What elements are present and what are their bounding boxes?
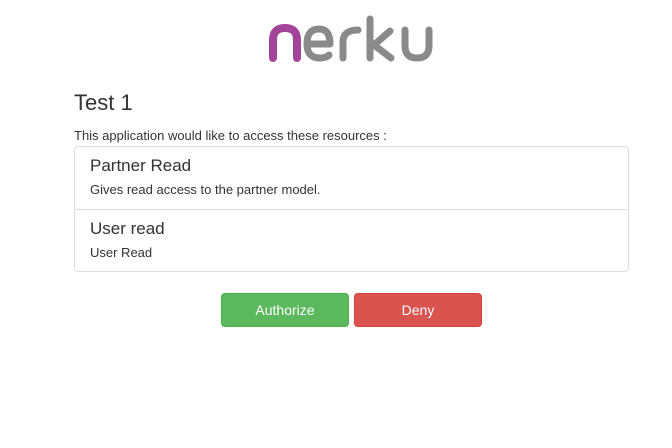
app-title: Test 1	[74, 90, 133, 115]
resource-description: User Read	[90, 245, 153, 260]
list-item: Partner Read Gives read access to the pa…	[75, 147, 628, 209]
authorize-button[interactable]: Authorize	[221, 293, 349, 327]
list-item: User read User Read	[75, 209, 628, 271]
access-intro-text: This application would like to access th…	[74, 128, 387, 143]
resource-description: Gives read access to the partner model.	[90, 182, 321, 197]
action-buttons: Authorize Deny	[221, 293, 482, 327]
resource-name: Partner Read	[90, 156, 192, 175]
oauth-authorize-page: Test 1 This application would like to ac…	[0, 0, 672, 448]
nerku-logo	[264, 14, 440, 64]
resource-list: Partner Read Gives read access to the pa…	[74, 146, 629, 272]
nerku-logo-mark	[269, 15, 433, 62]
deny-button[interactable]: Deny	[354, 293, 482, 327]
resource-name: User read	[90, 219, 165, 238]
